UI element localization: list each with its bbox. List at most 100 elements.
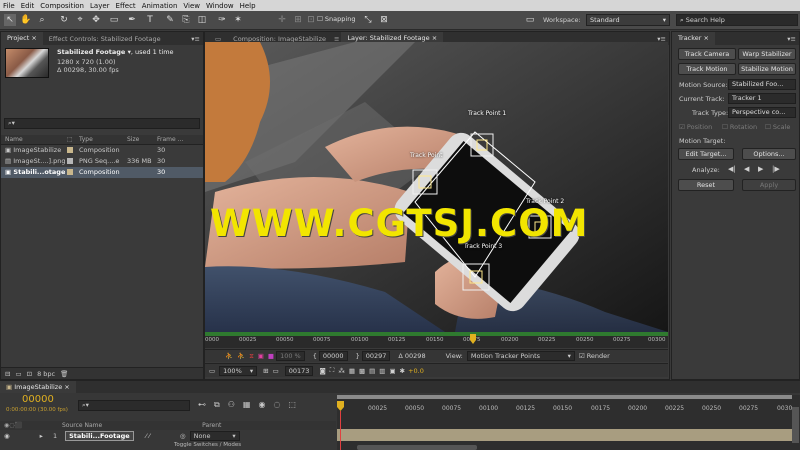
brush-tool-icon[interactable]: ✎ bbox=[164, 14, 176, 26]
interpret-footage-icon[interactable]: ⊟ bbox=[5, 370, 10, 378]
views-layout-icon[interactable]: ▣ bbox=[389, 367, 395, 375]
table-row[interactable]: ▣ Stabili...otage Composition 30 bbox=[1, 167, 203, 178]
world-axis-icon[interactable]: ⊞ bbox=[292, 14, 304, 26]
stabilize-motion-button[interactable]: Stabilize Motion bbox=[738, 63, 796, 75]
timeline-search-input[interactable]: ⌕▾ bbox=[78, 400, 190, 411]
track-point-label[interactable]: Track Point bbox=[410, 152, 443, 159]
workspace-select[interactable]: Standard ▾ bbox=[586, 14, 670, 26]
channel-icon[interactable]: ⁂ bbox=[338, 367, 345, 375]
close-icon[interactable]: × bbox=[432, 34, 437, 42]
clone-stamp-tool-icon[interactable]: ⎘ bbox=[180, 14, 192, 26]
out-point-icon[interactable]: } bbox=[356, 352, 360, 360]
analyze-back-frame-icon[interactable]: ◀| bbox=[728, 165, 736, 173]
menu-help[interactable]: Help bbox=[237, 2, 259, 10]
snapping-toggle[interactable]: ☐ Snapping bbox=[314, 14, 358, 26]
edit-target-button[interactable]: Edit Target... bbox=[678, 148, 734, 160]
resolution-icon[interactable]: ▦ bbox=[349, 367, 355, 375]
color-swatch-icon[interactable]: ■ bbox=[268, 352, 274, 360]
col-parent[interactable]: Parent bbox=[202, 422, 221, 429]
always-preview-icon[interactable]: ▭ bbox=[209, 367, 215, 375]
menu-composition[interactable]: Composition bbox=[37, 2, 87, 10]
table-row[interactable]: ▣ ImageStabilize Composition 30 bbox=[1, 145, 203, 156]
selection-tool-icon[interactable]: ↖ bbox=[4, 14, 16, 26]
graph-editor-icon[interactable]: ◌ bbox=[273, 400, 280, 410]
trash-icon[interactable]: 🗑 bbox=[60, 370, 68, 378]
hand-tool-icon[interactable]: ✋ bbox=[20, 14, 32, 26]
track-camera-button[interactable]: Track Camera bbox=[678, 48, 736, 60]
current-track-select[interactable]: Tracker 1 bbox=[728, 93, 796, 104]
timeline-layer-row[interactable]: ◉ ▸ 1 Stabili...Footage ⁄ ⁄ ◎ None ▾ bbox=[0, 431, 336, 441]
panel-menu-icon[interactable]: ▾≡ bbox=[787, 35, 799, 43]
parent-pickwhip-icon[interactable]: ◎ bbox=[180, 432, 186, 440]
label-swatch[interactable] bbox=[67, 147, 73, 153]
layer-name[interactable]: Stabili...Footage bbox=[65, 431, 134, 441]
zoom-percent-field[interactable]: 100 % bbox=[276, 351, 305, 361]
reset-exposure-icon[interactable]: ✱ bbox=[400, 367, 405, 375]
project-search-input[interactable]: ⌕▾ bbox=[4, 118, 200, 129]
col-label-icon[interactable]: ⬚ bbox=[67, 135, 79, 144]
tab-project[interactable]: Project × bbox=[1, 32, 43, 45]
layer-viewer-canvas[interactable]: Track Point 1 Track Point Track Point 2 … bbox=[205, 42, 668, 332]
label-swatch[interactable] bbox=[67, 169, 73, 175]
show-snapshot-icon[interactable]: ⛶ bbox=[330, 366, 335, 375]
rotate-tool-icon[interactable]: ↻ bbox=[58, 14, 70, 26]
pen-tool-icon[interactable]: ✒ bbox=[126, 14, 138, 26]
tab-effect-controls[interactable]: Effect Controls: Stabilized Footage bbox=[43, 35, 167, 43]
type-tool-icon[interactable]: T bbox=[144, 14, 156, 26]
motion-source-select[interactable]: Stabilized Foo... bbox=[728, 79, 796, 90]
comp-mini-flowchart-icon[interactable]: ⊷ bbox=[198, 400, 206, 410]
bpc-toggle[interactable]: 8 bpc bbox=[37, 370, 55, 378]
menu-animation[interactable]: Animation bbox=[139, 2, 181, 10]
eye-icon[interactable]: ◉ bbox=[4, 432, 10, 440]
menu-layer[interactable]: Layer bbox=[87, 2, 113, 10]
analyze-forward-icon[interactable]: ▶ bbox=[758, 165, 763, 173]
col-size[interactable]: Size bbox=[127, 135, 157, 144]
current-time-indicator[interactable] bbox=[337, 401, 344, 411]
label-swatch[interactable] bbox=[67, 158, 73, 164]
tab-tracker[interactable]: Tracker × bbox=[672, 32, 715, 45]
camera-snapshot-icon[interactable]: ◙ bbox=[319, 367, 325, 375]
view-select[interactable]: Motion Tracker Points ▾ bbox=[466, 351, 575, 361]
col-source-name[interactable]: Source Name bbox=[62, 422, 102, 429]
panel-menu-icon[interactable]: ▾≡ bbox=[191, 35, 203, 43]
work-area-bar[interactable] bbox=[205, 332, 668, 336]
reset-button[interactable]: Reset bbox=[678, 179, 734, 191]
layer-duration-bar[interactable] bbox=[337, 429, 792, 441]
shy-layers-icon[interactable]: ⚇ bbox=[228, 400, 235, 410]
warp-stabilizer-button[interactable]: Warp Stabilizer bbox=[738, 48, 796, 60]
trim-out-icon[interactable]: ⛹ bbox=[237, 352, 245, 360]
timeline-timecode[interactable]: 00000 bbox=[22, 394, 54, 405]
frame-blending-icon[interactable]: ▦ bbox=[243, 400, 251, 410]
pixel-aspect-icon[interactable]: ▥ bbox=[379, 367, 385, 375]
analyze-backward-icon[interactable]: ◀ bbox=[744, 165, 749, 173]
zoom-tool-icon[interactable]: ⌕ bbox=[36, 14, 48, 26]
parent-select[interactable]: None ▾ bbox=[189, 431, 240, 441]
menu-file[interactable]: File bbox=[0, 2, 18, 10]
expand-arrow-icon[interactable]: ▸ bbox=[40, 432, 43, 440]
fast-preview-icon[interactable]: ▤ bbox=[369, 367, 375, 375]
close-icon[interactable]: × bbox=[704, 34, 709, 42]
transparency-grid-icon[interactable]: ▩ bbox=[359, 367, 365, 375]
motion-blur-icon[interactable]: ◉ bbox=[258, 400, 265, 410]
work-area-bar[interactable] bbox=[337, 395, 792, 399]
col-type[interactable]: Type bbox=[79, 135, 127, 144]
col-frame-rate[interactable]: Frame ... bbox=[157, 135, 183, 144]
pan-behind-tool-icon[interactable]: ✥ bbox=[90, 14, 102, 26]
timeline-zoom-slider[interactable] bbox=[357, 445, 477, 450]
roto-brush-tool-icon[interactable]: ✑ bbox=[216, 14, 228, 26]
safe-zones-icon[interactable]: ⊞ bbox=[263, 367, 268, 375]
puppet-pin-tool-icon[interactable]: ✶ bbox=[232, 14, 244, 26]
track-point-1-label[interactable]: Track Point 1 bbox=[468, 110, 506, 117]
mask-tool-icon[interactable]: ▭ bbox=[108, 14, 120, 26]
scale-checkbox[interactable]: ☐ Scale bbox=[765, 123, 790, 131]
menu-window[interactable]: Window bbox=[203, 2, 237, 10]
render-checkbox[interactable]: ☑ bbox=[579, 352, 585, 360]
position-checkbox[interactable]: ☑ Position bbox=[679, 123, 712, 131]
region-of-interest-icon[interactable]: ▭ bbox=[273, 367, 279, 375]
snap-option-icon[interactable]: ⤡ bbox=[362, 14, 374, 26]
overlay-edit-icon[interactable]: ▣ bbox=[258, 352, 264, 360]
snap-edges-icon[interactable]: ⊠ bbox=[378, 14, 390, 26]
magnification-select[interactable]: 100% ▾ bbox=[219, 365, 258, 376]
table-row[interactable]: ▤ ImageSt....].png PNG Seq....e 336 MB 3… bbox=[1, 156, 203, 167]
new-folder-icon[interactable]: ▭ bbox=[15, 370, 21, 378]
